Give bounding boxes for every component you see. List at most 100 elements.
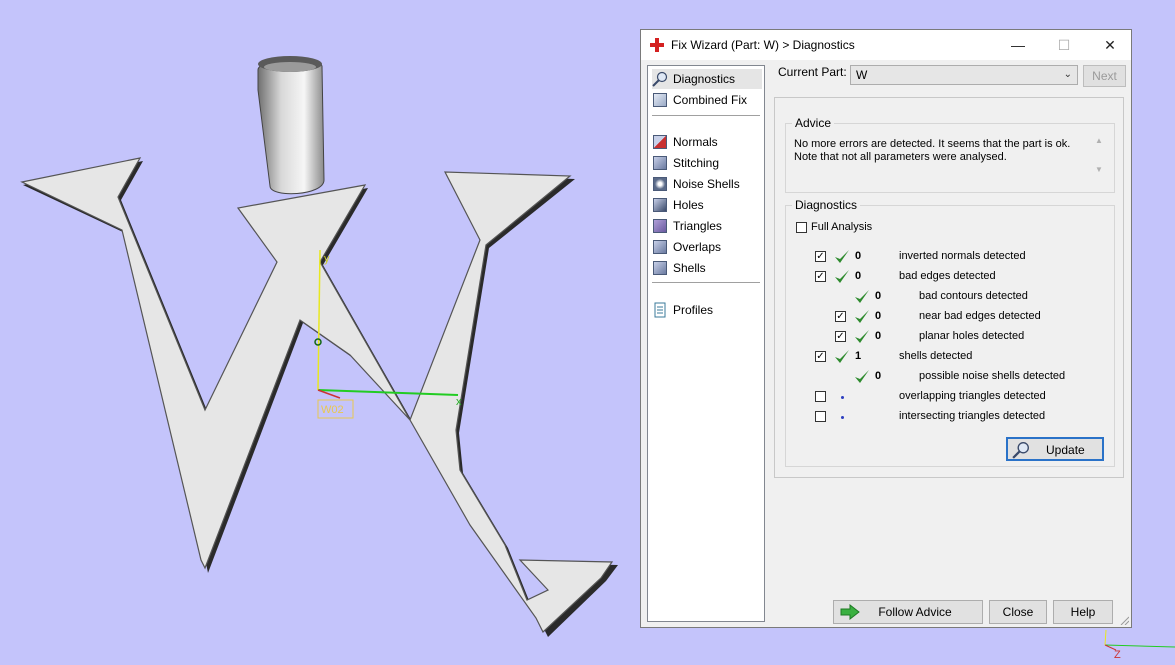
current-part-value: W (856, 68, 868, 82)
nav-item-label: Shells (673, 261, 706, 275)
diagnostic-row: ✓ 0 bad edges detected (786, 269, 1106, 285)
nav-item-label: Combined Fix (673, 93, 748, 107)
checkmark-icon (835, 250, 849, 263)
nav-item-label: Stitching (673, 156, 720, 170)
diagnostic-row: intersecting triangles detected (786, 409, 1106, 425)
diagnostic-checkbox[interactable]: ✓ (835, 331, 846, 342)
diagnostic-row: overlapping triangles detected (786, 389, 1106, 405)
follow-advice-button[interactable]: Follow Advice (833, 600, 983, 624)
diagnostic-row: 0 possible noise shells detected (786, 369, 1106, 385)
checkmark-icon (855, 370, 869, 383)
nav-item-profiles[interactable]: Profiles (652, 300, 762, 320)
diagnostic-checkbox[interactable]: ✓ (815, 351, 826, 362)
current-part-select[interactable]: W ⌄ (850, 65, 1078, 85)
diagnostic-label: intersecting triangles detected (899, 410, 1046, 422)
title-bar[interactable]: Fix Wizard (Part: W) > Diagnostics — ☐ ✕ (641, 30, 1131, 60)
nav-item-diagnostics[interactable]: Diagnostics (652, 69, 762, 89)
pendant-bail (257, 58, 325, 195)
pending-dot-icon (841, 396, 844, 399)
arrow-right-icon (840, 604, 860, 620)
cube-icon (652, 197, 668, 213)
close-window-button[interactable]: ✕ (1087, 30, 1133, 60)
current-part-label: Current Part: (778, 65, 847, 79)
nav-item-normals[interactable]: Normals (652, 132, 762, 152)
nav-item-overlaps[interactable]: Overlaps (652, 237, 762, 257)
axis-y-label: y (324, 253, 330, 265)
nav-item-label: Holes (673, 198, 704, 212)
diagnostic-checkbox[interactable]: ✓ (835, 311, 846, 322)
nav-item-label: Overlaps (673, 240, 722, 254)
update-button[interactable]: Update (1006, 437, 1104, 461)
nav-item-stitching[interactable]: Stitching (652, 153, 762, 173)
nav-item-shells[interactable]: Shells (652, 258, 762, 278)
next-button[interactable]: Next (1083, 65, 1126, 87)
diagnostic-count: 1 (855, 350, 862, 362)
diagnostic-checkbox[interactable] (815, 391, 826, 402)
diagnostic-label: shells detected (899, 350, 973, 362)
checkmark-icon (835, 350, 849, 363)
full-analysis-row[interactable]: Full Analysis (796, 220, 996, 236)
update-button-label: Update (1046, 443, 1085, 457)
checkmark-icon (855, 330, 869, 343)
diagnostic-checkbox[interactable]: ✓ (815, 251, 826, 262)
resize-grip-icon[interactable] (1119, 615, 1129, 625)
pending-dot-icon (841, 416, 844, 419)
nav-divider (652, 115, 760, 116)
diagnostic-label: possible noise shells detected (919, 370, 1066, 382)
advice-text: No more errors are detected. It seems th… (794, 138, 1088, 180)
checkmark-icon (855, 310, 869, 323)
minimize-button[interactable]: — (995, 30, 1041, 60)
diagnostic-count: 0 (855, 250, 862, 262)
maximize-button[interactable]: ☐ (1041, 30, 1087, 60)
close-button[interactable]: Close (989, 600, 1047, 624)
diagnostic-count: 0 (875, 330, 882, 342)
diagnostic-row: ✓ 0 near bad edges detected (786, 309, 1106, 325)
medical-cross-icon (650, 38, 664, 52)
cube-icon (652, 92, 668, 108)
chevron-down-icon: ⌄ (1063, 69, 1072, 80)
cube-icon (652, 155, 668, 171)
diagnostic-row: ✓ 0 inverted normals detected (786, 249, 1106, 265)
checkmark-icon (835, 270, 849, 283)
nav-item-noise-shells[interactable]: Noise Shells (652, 174, 762, 194)
full-analysis-checkbox[interactable] (796, 222, 807, 233)
part-label: W02 (321, 404, 344, 416)
advice-scrollbar[interactable]: ▲ ▼ (1092, 136, 1106, 180)
cube-icon (652, 176, 668, 192)
magnifier-icon (652, 71, 668, 87)
diagnostic-row: 0 bad contours detected (786, 289, 1106, 305)
checkmark-icon (855, 290, 869, 303)
scroll-down-icon[interactable]: ▼ (1092, 165, 1106, 174)
nav-item-label: Triangles (673, 219, 722, 233)
diagnostic-label: overlapping triangles detected (899, 390, 1046, 402)
diagnostic-count: 0 (855, 270, 862, 282)
full-analysis-label: Full Analysis (811, 221, 873, 233)
advice-group: Advice No more errors are detected. It s… (785, 116, 1115, 193)
diagnostic-count: 0 (875, 290, 882, 302)
axis-x-label: x (456, 396, 462, 408)
cube-icon (652, 260, 668, 276)
help-button[interactable]: Help (1053, 600, 1113, 624)
corner-axis-z: Z (1114, 649, 1121, 661)
diagnostic-checkbox[interactable]: ✓ (815, 271, 826, 282)
nav-item-holes[interactable]: Holes (652, 195, 762, 215)
nav-divider (652, 282, 760, 283)
cube-icon (652, 239, 668, 255)
scroll-up-icon[interactable]: ▲ (1092, 136, 1106, 145)
wizard-nav: Diagnostics Combined Fix Normals Stitchi… (647, 65, 765, 622)
diagnostic-count: 0 (875, 310, 882, 322)
nav-item-label: Diagnostics (673, 72, 736, 86)
nav-item-combined-fix[interactable]: Combined Fix (652, 90, 762, 110)
diagnostic-checkbox[interactable] (815, 411, 826, 422)
diagnostic-label: near bad edges detected (919, 310, 1041, 322)
diagnostic-label: bad edges detected (899, 270, 996, 282)
diagnostic-count: 0 (875, 370, 882, 382)
nav-item-label: Noise Shells (673, 177, 740, 191)
diagnostic-label: bad contours detected (919, 290, 1028, 302)
diagnostic-label: inverted normals detected (899, 250, 1026, 262)
diagnostic-row: ✓ 1 shells detected (786, 349, 1106, 365)
diagnostic-row: ✓ 0 planar holes detected (786, 329, 1106, 345)
follow-advice-label: Follow Advice (878, 605, 952, 619)
diagnostic-label: planar holes detected (919, 330, 1025, 342)
nav-item-triangles[interactable]: Triangles (652, 216, 762, 236)
